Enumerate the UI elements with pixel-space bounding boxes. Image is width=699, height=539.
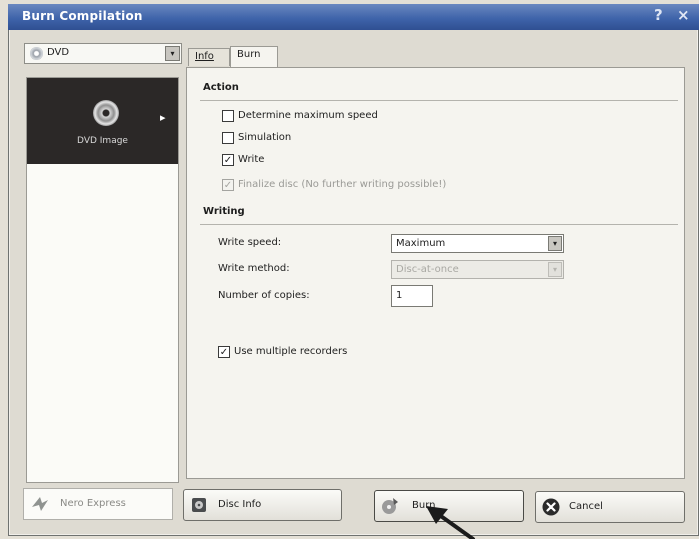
nero-express-icon bbox=[32, 497, 48, 511]
cancel-icon bbox=[542, 498, 560, 516]
write-label: Write bbox=[238, 154, 265, 165]
cancel-label: Cancel bbox=[569, 501, 603, 512]
simulation-label: Simulation bbox=[238, 132, 292, 143]
tab-burn-label: Burn bbox=[237, 49, 261, 60]
nero-express-button[interactable]: Nero Express bbox=[23, 488, 173, 520]
number-of-copies-input[interactable]: 1 bbox=[391, 285, 433, 307]
cancel-button[interactable]: Cancel bbox=[535, 491, 685, 523]
tab-info[interactable]: Info bbox=[188, 48, 230, 66]
use-multiple-recorders-checkbox[interactable]: ✓ bbox=[218, 346, 230, 358]
help-button[interactable]: ? bbox=[654, 6, 663, 24]
burn-icon bbox=[382, 498, 398, 514]
disc-icon bbox=[30, 47, 43, 60]
write-method-value: Disc-at-once bbox=[396, 264, 459, 275]
finalize-disc-checkbox[interactable]: ✓ bbox=[222, 179, 234, 191]
use-multiple-recorders-label: Use multiple recorders bbox=[234, 346, 348, 357]
chevron-down-icon[interactable]: ▾ bbox=[548, 236, 562, 251]
writing-heading: Writing bbox=[203, 206, 245, 217]
write-speed-value: Maximum bbox=[396, 238, 446, 249]
chevron-down-icon[interactable]: ▾ bbox=[548, 262, 562, 277]
disc-info-icon bbox=[192, 498, 206, 512]
disc-info-button[interactable]: Disc Info bbox=[183, 489, 342, 521]
screenshot-stage: Burn Compilation ? × DVD ▾ DVD Image ▸ I… bbox=[0, 0, 699, 539]
expand-arrow-icon: ▸ bbox=[160, 111, 166, 124]
tab-info-label: Info bbox=[195, 51, 214, 62]
action-divider bbox=[200, 100, 678, 101]
simulation-checkbox[interactable] bbox=[222, 132, 234, 144]
pointer-arrow-icon bbox=[426, 506, 475, 539]
action-heading: Action bbox=[203, 82, 239, 93]
compilation-type-value: DVD bbox=[47, 47, 70, 58]
tab-burn[interactable]: Burn bbox=[230, 46, 278, 68]
determine-max-speed-checkbox[interactable] bbox=[222, 110, 234, 122]
close-button[interactable]: × bbox=[677, 6, 690, 24]
write-checkbox[interactable]: ✓ bbox=[222, 154, 234, 166]
disc-info-label: Disc Info bbox=[218, 499, 262, 510]
write-method-label: Write method: bbox=[218, 263, 290, 274]
dvd-image-tile[interactable]: DVD Image ▸ bbox=[27, 78, 178, 164]
determine-max-speed-label: Determine maximum speed bbox=[238, 110, 378, 121]
write-method-select[interactable]: Disc-at-once ▾ bbox=[391, 260, 564, 279]
dvd-image-label: DVD Image bbox=[77, 136, 128, 146]
chevron-down-icon[interactable]: ▾ bbox=[165, 46, 180, 61]
nero-express-label: Nero Express bbox=[60, 498, 126, 509]
number-of-copies-label: Number of copies: bbox=[218, 290, 310, 301]
finalize-disc-label: Finalize disc (No further writing possib… bbox=[238, 179, 447, 190]
write-speed-label: Write speed: bbox=[218, 237, 282, 248]
window-title: Burn Compilation bbox=[22, 9, 143, 23]
compilation-type-select[interactable]: DVD ▾ bbox=[24, 43, 182, 64]
write-speed-select[interactable]: Maximum ▾ bbox=[391, 234, 564, 253]
writing-divider bbox=[200, 224, 678, 225]
dvd-image-icon bbox=[93, 100, 119, 126]
